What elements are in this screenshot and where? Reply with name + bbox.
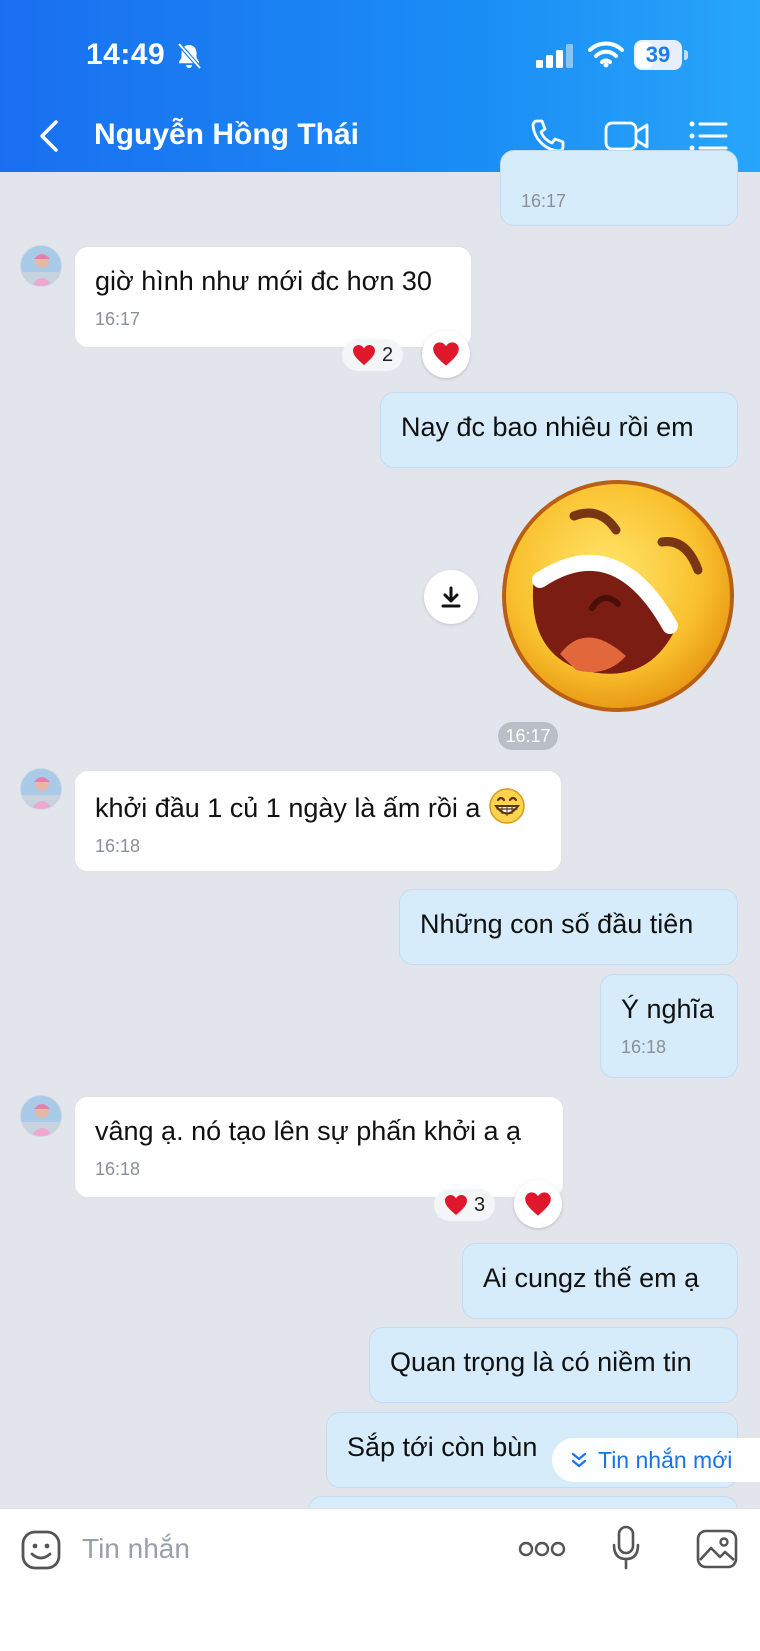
contact-name[interactable]: Nguyễn Hồng Thái [94,118,359,152]
heart-icon [525,1192,551,1216]
message-text: Quan trọng là có niềm tin [390,1347,692,1377]
message-incoming[interactable]: khởi đầu 1 củ 1 ngày là ấm rồi a 16:18 [74,770,562,872]
double-chevron-down-icon [571,1452,587,1468]
message-time: 16:18 [621,1037,667,1057]
bell-off-icon [177,42,202,70]
download-icon [441,586,461,608]
message-outgoing[interactable]: Quan trọng là có niềm tin [369,1327,738,1403]
message-text: Những con số đầu tiên [420,909,694,939]
sticker-time: 16:17 [498,722,558,750]
battery-indicator: 39 [634,40,688,70]
reaction-count[interactable]: 2 [342,339,404,371]
message-input[interactable] [82,1523,482,1575]
contact-avatar[interactable] [20,1095,62,1137]
battery-tip [684,50,688,60]
avatar-photo [21,246,61,286]
heart-icon [433,342,459,366]
heart-icon [353,345,375,365]
download-button[interactable] [424,570,478,624]
status-time: 14:49 [86,38,166,71]
message-outgoing[interactable]: Nay đc bao nhiêu rồi em [380,392,738,468]
message-time: 16:17 [521,191,567,211]
heart-icon [445,1195,467,1215]
avatar-photo [21,1096,61,1136]
message-composer [0,1508,760,1651]
wifi-icon [588,41,624,68]
menu-list-icon[interactable] [688,118,728,154]
chat-header: 14:49 39 Nguyễn Hồng Thái [0,0,760,172]
microphone-icon[interactable] [612,1525,640,1571]
message-text: Nay đc bao nhiêu rồi em [401,412,694,442]
message-text: giờ hình như mới đc hơn 30 [95,266,432,296]
back-icon[interactable] [34,116,64,156]
message-text: Sắp tới còn bùn [347,1432,538,1462]
message-time: 16:17 [95,309,141,329]
message-outgoing[interactable]: Ai cungz thế em ạ [462,1243,738,1319]
new-messages-label: Tin nhắn mới [598,1446,733,1473]
react-button[interactable] [514,1180,562,1228]
avatar-photo [21,769,61,809]
message-outgoing[interactable]: Những con số đầu tiên [399,889,738,965]
react-button[interactable] [422,330,470,378]
contact-avatar[interactable] [20,768,62,810]
contact-avatar[interactable] [20,245,62,287]
reaction-count[interactable]: 3 [434,1189,496,1221]
message-incoming[interactable]: vâng ạ. nó tạo lên sự phấn khởi a ạ 16:1… [74,1096,564,1198]
message-time: 16:18 [95,836,141,856]
new-messages-button[interactable]: Tin nhắn mới [552,1438,760,1482]
image-gallery-icon[interactable] [696,1529,738,1569]
message-time: 16:18 [95,1159,141,1179]
signal-icon [536,44,573,68]
reaction-count-value: 3 [474,1194,486,1216]
more-options-icon[interactable] [518,1539,566,1559]
message-incoming[interactable]: giờ hình như mới đc hơn 30 16:17 [74,246,472,348]
message-text: Ai cungz thế em ạ [483,1263,700,1293]
battery-label: 39 [645,42,671,67]
grinning-face-emoji-icon [489,788,525,824]
video-call-icon[interactable] [604,118,650,154]
message-text: vâng ạ. nó tạo lên sự phấn khởi a ạ [95,1116,522,1146]
message-outgoing[interactable]: Ý nghĩa 16:18 [600,974,738,1078]
message-text: Ý nghĩa [621,994,715,1024]
emoji-sticker-icon[interactable] [20,1529,62,1571]
message-outgoing[interactable]: 16:17 [500,150,738,226]
message-text: khởi đầu 1 củ 1 ngày là ấm rồi a [95,793,481,823]
laughing-face-sticker[interactable] [496,478,740,714]
reaction-count-value: 2 [382,344,394,366]
